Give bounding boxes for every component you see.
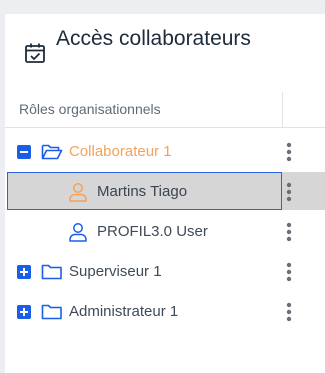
- panel-header: Accès collaborateurs: [5, 14, 325, 90]
- more-options-icon[interactable]: [286, 302, 292, 322]
- expand-icon[interactable]: [17, 305, 31, 319]
- more-options-icon[interactable]: [286, 262, 292, 282]
- tree-row-administrateur-1[interactable]: Administrateur 1: [5, 292, 325, 332]
- folder-open-icon: [41, 144, 63, 160]
- folder-icon: [41, 264, 62, 280]
- table-column-header: Rôles organisationnels: [5, 92, 325, 128]
- folder-icon: [41, 304, 62, 320]
- more-options-icon[interactable]: [286, 222, 292, 242]
- tree-row-superviseur-1[interactable]: Superviseur 1: [5, 252, 325, 292]
- more-options-icon[interactable]: [286, 182, 292, 202]
- calendar-check-icon: [25, 43, 45, 63]
- tree-row-martins-tiago[interactable]: Martins Tiago: [5, 172, 325, 212]
- user-icon: [69, 183, 87, 202]
- collapse-icon[interactable]: [17, 145, 31, 159]
- tree-item-label: Superviseur 1: [69, 263, 162, 280]
- tree-item-label: Collaborateur 1: [69, 143, 172, 160]
- more-options-icon[interactable]: [286, 142, 292, 162]
- tree-item-label: Administrateur 1: [69, 303, 179, 320]
- user-icon: [69, 223, 87, 242]
- column-separator: [282, 92, 283, 128]
- tree-item-label: Martins Tiago: [97, 183, 188, 200]
- column-header-label: Rôles organisationnels: [19, 101, 161, 117]
- tree-row-profil30-user[interactable]: PROFIL3.0 User: [5, 212, 325, 252]
- tree-item-label: PROFIL3.0 User: [97, 223, 208, 240]
- access-panel: Accès collaborateurs Rôles organisationn…: [5, 14, 325, 373]
- page-title: Accès collaborateurs: [56, 27, 251, 50]
- tree-row-collaborateur-1[interactable]: Collaborateur 1: [5, 132, 325, 172]
- expand-icon[interactable]: [17, 265, 31, 279]
